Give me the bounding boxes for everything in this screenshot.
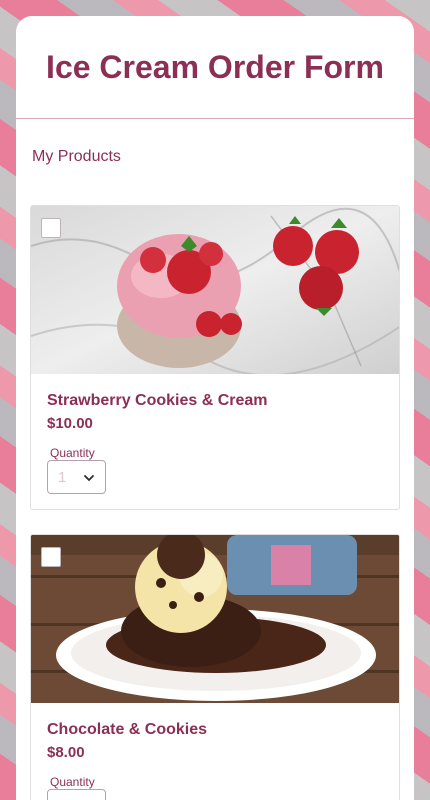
chevron-down-icon	[84, 475, 94, 482]
quantity-select[interactable]: 1	[47, 789, 106, 800]
form-header: Ice Cream Order Form	[16, 16, 414, 119]
product-card-strawberry[interactable]: Strawberry Cookies & Cream $10.00 Quanti…	[30, 205, 400, 510]
product-name: Chocolate & Cookies	[47, 721, 208, 738]
product-price: $10.00	[47, 415, 93, 432]
order-form-card: Ice Cream Order Form My Products Strawbe…	[16, 16, 414, 800]
quantity-label: Quantity	[50, 446, 95, 460]
section-label: My Products	[32, 148, 121, 165]
quantity-label: Quantity	[50, 775, 95, 789]
product-name: Strawberry Cookies & Cream	[47, 392, 268, 409]
page-title: Ice Cream Order Form	[46, 48, 384, 85]
quantity-select[interactable]: 1	[47, 460, 106, 494]
product-image-chocolate	[31, 535, 399, 703]
quantity-value: 1	[58, 469, 67, 486]
product-price: $8.00	[47, 744, 85, 761]
checkbox-icon[interactable]	[41, 547, 61, 567]
product-card-chocolate[interactable]: Chocolate & Cookies $8.00 Quantity 1	[30, 534, 400, 800]
product-image-strawberry	[31, 206, 399, 374]
checkbox-icon[interactable]	[41, 218, 61, 238]
